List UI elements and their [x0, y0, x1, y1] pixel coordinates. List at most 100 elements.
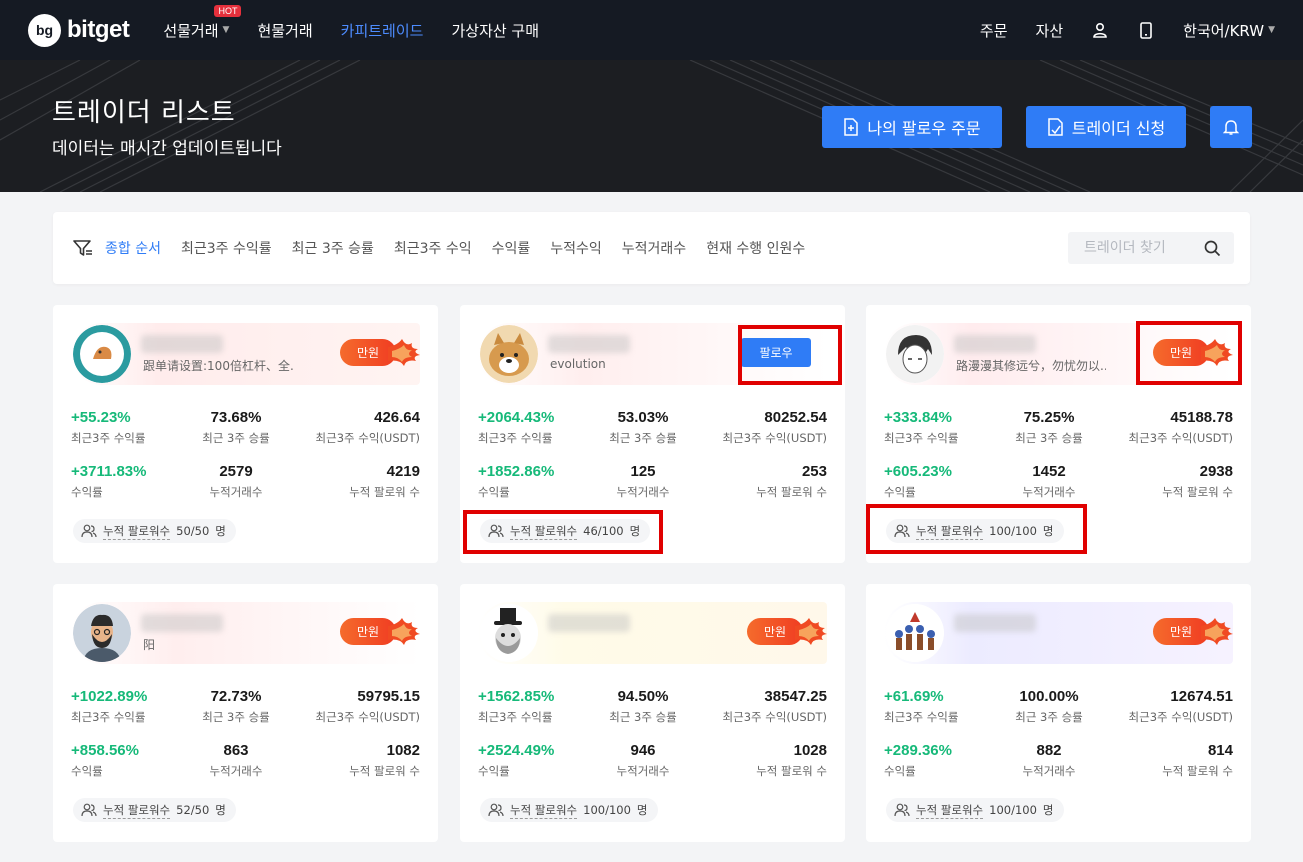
trader-stats: +2064.43% 최근3주 수익률 53.03% 최근 3주 승률 80252.5… — [478, 409, 827, 517]
winrate-3w-value: 75.25% — [1023, 409, 1075, 426]
nav-futures-label: 선물거래 — [163, 21, 219, 40]
avatar[interactable] — [886, 604, 944, 662]
language-label: 한국어/KRW — [1183, 21, 1265, 40]
followers-label: 누적 팔로워 수 — [756, 764, 827, 778]
roi-value: +605.23% — [884, 463, 952, 480]
roi-value: +1852.86% — [478, 463, 555, 480]
roi-3w-value: +1022.89% — [71, 688, 148, 705]
cumulative-followers-chip[interactable]: 누적 팔로워수 50/50 명 — [73, 519, 236, 543]
trades-label: 누적거래수 — [616, 764, 670, 778]
roi-value: +3711.83% — [71, 463, 147, 480]
followers-value: 253 — [801, 463, 827, 480]
avatar[interactable] — [73, 325, 131, 383]
followers-label: 누적 팔로워 수 — [349, 764, 420, 778]
full-badge: 만원 — [340, 339, 420, 366]
avatar[interactable] — [886, 325, 944, 383]
winrate-3w-label: 최근 3주 승률 — [609, 710, 677, 724]
roi-value: +289.36% — [884, 742, 952, 759]
bitget-logo[interactable]: bg bitget — [28, 13, 130, 47]
sort-filter-icon[interactable] — [73, 239, 93, 257]
filter-overall[interactable]: 종합 순서 — [105, 238, 161, 258]
profit-3w-value: 80252.54 — [764, 409, 827, 426]
profit-3w-label: 최근3주 수익(USDT) — [722, 431, 827, 445]
filter-winrate-3w[interactable]: 최근 3주 승률 — [292, 238, 374, 258]
nav-spot[interactable]: 현물거래 — [257, 20, 312, 41]
cumulative-followers-chip[interactable]: 누적 팔로워수 100/100 명 — [480, 798, 658, 822]
followers-icon — [488, 803, 504, 817]
apply-document-icon — [1048, 118, 1063, 136]
filter-cum-trades[interactable]: 누적거래수 — [622, 238, 686, 258]
trades-value: 125 — [630, 463, 656, 480]
search-input[interactable] — [1084, 240, 1204, 256]
cumulative-followers-unit: 명 — [215, 524, 226, 538]
annotation-box — [866, 504, 1087, 554]
full-badge: 만원 — [747, 618, 827, 645]
followers-value: 2938 — [1199, 463, 1233, 480]
followers-value: 814 — [1207, 742, 1233, 759]
trades-value: 882 — [1036, 742, 1062, 759]
trader-stats: +61.69% 최근3주 수익률 100.00% 최근 3주 승률 12674.51… — [884, 688, 1233, 796]
cumulative-followers-chip[interactable]: 누적 팔로워수 100/100 명 — [886, 798, 1064, 822]
annotation-box — [738, 325, 842, 385]
trader-card[interactable]: 만원 +1562.85% 최근3주 수익률 94.50% 최근 3주 승률 3854… — [460, 584, 845, 842]
cumulative-followers-unit: 명 — [636, 803, 648, 817]
top-nav: bg bitget 선물거래 ▼ HOT 현물거래 카피트레이드 가상자산 구매… — [0, 0, 1303, 60]
profit-3w-label: 최근3주 수익(USDT) — [1128, 710, 1233, 724]
followers-label: 누적 팔로워 수 — [1162, 764, 1233, 778]
roi-label: 수익률 — [478, 764, 510, 778]
search-icon[interactable] — [1204, 240, 1221, 257]
roi-label: 수익률 — [884, 485, 916, 499]
notification-button[interactable] — [1210, 106, 1252, 148]
nav-futures[interactable]: 선물거래 ▼ HOT — [163, 4, 242, 41]
bell-icon — [1223, 120, 1239, 135]
page-title: 트레이더 리스트 — [52, 98, 236, 128]
language-selector[interactable]: 한국어/KRW ▼ — [1183, 20, 1275, 41]
followers-icon — [894, 803, 910, 817]
filter-cum-profit[interactable]: 누적수익 — [550, 238, 602, 258]
followers-label: 누적 팔로워 수 — [756, 485, 827, 499]
mobile-icon[interactable] — [1137, 21, 1155, 39]
winrate-3w-value: 72.73% — [210, 688, 262, 705]
winrate-3w-value: 94.50% — [617, 688, 669, 705]
followers-label: 누적 팔로워 수 — [349, 485, 420, 499]
profit-3w-label: 최근3주 수익(USDT) — [1128, 431, 1233, 445]
roi-3w-label: 최근3주 수익률 — [884, 431, 959, 445]
cumulative-followers-unit: 명 — [1042, 803, 1054, 817]
roi-3w-label: 최근3주 수익률 — [71, 710, 146, 724]
cumulative-followers-label: 누적 팔로워수 — [510, 802, 578, 819]
profit-3w-label: 최근3주 수익(USDT) — [722, 710, 827, 724]
followers-value: 4219 — [386, 463, 420, 480]
avatar[interactable] — [480, 325, 538, 383]
chevron-down-icon: ▼ — [1268, 25, 1275, 35]
trader-name-blurred — [548, 335, 630, 353]
cumulative-followers-value: 100/100 — [989, 803, 1037, 817]
apply-trader-button[interactable]: 트레이더 신청 — [1026, 106, 1186, 148]
user-icon[interactable] — [1091, 21, 1109, 39]
avatar[interactable] — [73, 604, 131, 662]
filter-roi-3w[interactable]: 최근3주 수익률 — [181, 238, 272, 258]
trades-value: 863 — [223, 742, 249, 759]
avatar[interactable] — [480, 604, 538, 662]
my-follow-orders-button[interactable]: 나의 팔로우 주문 — [822, 106, 1002, 148]
filter-roi[interactable]: 수익률 — [492, 238, 531, 258]
followers-value: 1028 — [793, 742, 827, 759]
nav-buy-crypto[interactable]: 가상자산 구매 — [451, 20, 539, 41]
nav-orders[interactable]: 주문 — [980, 20, 1008, 41]
flame-icon — [388, 618, 420, 645]
winrate-3w-label: 최근 3주 승률 — [609, 431, 677, 445]
trader-card[interactable]: 阳 만원 +1022.89% 최근3주 수익률 72.73% 최근 3주 승률 59… — [53, 584, 438, 842]
roi-3w-label: 최근3주 수익률 — [71, 431, 146, 445]
roi-value: +2524.49% — [478, 742, 555, 759]
trader-card[interactable]: 만원 +61.69% 최근3주 수익률 100.00% 최근 3주 승률 12674… — [866, 584, 1251, 842]
roi-label: 수익률 — [478, 485, 510, 499]
nav-assets[interactable]: 자산 — [1036, 20, 1064, 41]
filter-profit-3w[interactable]: 최근3주 수익 — [394, 238, 472, 258]
trader-card[interactable]: 跟单请设置:100倍杠杆、全... 만원 +55.23% 최근3주 수익률 73.… — [53, 305, 438, 563]
winrate-3w-label: 최근 3주 승률 — [1015, 431, 1083, 445]
annotation-box — [463, 510, 663, 554]
trader-stats: +1022.89% 최근3주 수익률 72.73% 최근 3주 승률 59795.1… — [71, 688, 420, 796]
filter-current-followers[interactable]: 현재 수행 인원수 — [706, 238, 805, 258]
cumulative-followers-chip[interactable]: 누적 팔로워수 52/50 명 — [73, 798, 236, 822]
nav-copy-trade[interactable]: 카피트레이드 — [341, 20, 424, 41]
winrate-3w-value: 100.00% — [1019, 688, 1079, 705]
